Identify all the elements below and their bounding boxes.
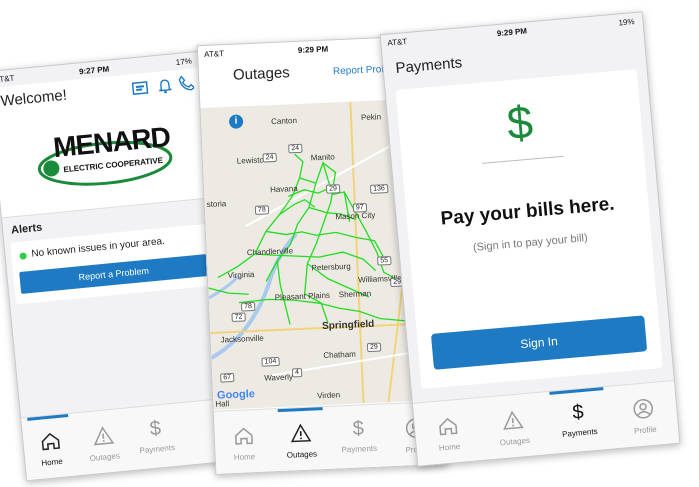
tab-label-outages: Outages <box>89 451 121 464</box>
route-shield: 104 <box>261 356 280 367</box>
tab-payments[interactable]: $ Payments <box>127 403 186 470</box>
map-label-havana: Havana <box>269 184 298 195</box>
route-shield: 24 <box>262 152 277 163</box>
home-icon <box>438 417 458 436</box>
route-shield: 72 <box>231 312 246 322</box>
map-label-pekin: Pekin <box>360 112 382 123</box>
dollar-icon: $ <box>504 95 535 150</box>
battery-level: 17% <box>175 56 193 68</box>
route-shield: 29 <box>325 184 341 194</box>
map-label-waverly: Waverly <box>264 372 294 383</box>
home-icon <box>234 427 253 445</box>
tab-home[interactable]: Home <box>21 413 80 480</box>
tab-bar: Home Outages $ Payments Profile <box>213 400 447 474</box>
warning-icon <box>291 423 312 443</box>
route-shield: 4 <box>291 367 303 378</box>
route-shield: 136 <box>369 184 389 194</box>
alerts-heading: Alerts <box>10 221 43 237</box>
tab-label-home: Home <box>40 456 64 468</box>
sign-in-button[interactable]: Sign In <box>430 315 648 370</box>
dollar-icon: $ <box>352 417 365 440</box>
service-line <box>265 230 357 239</box>
bell-icon[interactable] <box>157 78 173 99</box>
home-icon <box>41 432 60 451</box>
route-shield: 24 <box>288 143 303 154</box>
active-tab-indicator <box>549 387 603 395</box>
route-shield: 97 <box>352 203 367 213</box>
pay-headline: Pay your bills here. <box>439 193 616 230</box>
service-line <box>304 162 337 294</box>
route-shield: 78 <box>240 301 256 312</box>
map-label-astoria: storia <box>206 199 227 209</box>
tab-label-home: Home <box>438 441 461 453</box>
logo-panel: MENARD ELECTRIC COOPERATIVE <box>0 97 213 219</box>
river <box>208 275 239 300</box>
map-label-canton: Canton <box>270 115 298 127</box>
route-shield: 29 <box>366 342 382 353</box>
tab-label-profile: Profile <box>633 424 658 436</box>
dollar-icon: $ <box>571 401 585 424</box>
map-label-jacksonville: Jacksonville <box>220 333 264 345</box>
active-tab-indicator <box>27 413 69 421</box>
map-label-chatham: Chatham <box>323 349 357 361</box>
payment-card: $ Pay your bills here. (Sign in to pay y… <box>395 69 663 390</box>
map-label-sherman: Sherman <box>338 288 372 300</box>
battery-level: 19% <box>618 17 635 28</box>
map-label-virginia: Virginia <box>227 269 255 281</box>
phone-icon[interactable] <box>178 74 196 96</box>
tab-profile[interactable]: Profile <box>609 381 680 448</box>
warning-icon <box>503 410 524 430</box>
pay-subtext: (Sign in to pay your bill) <box>472 231 589 254</box>
tab-outages[interactable]: Outages <box>271 407 331 471</box>
tab-label-payments: Payments <box>139 442 176 456</box>
tab-label-outages: Outages <box>286 449 318 460</box>
service-line <box>356 236 384 257</box>
tab-outages[interactable]: Outages <box>74 408 133 475</box>
tab-bar: Home Outages $ Payments Profile <box>412 380 680 466</box>
active-tab-indicator <box>277 407 323 413</box>
map-label-petersburg: Petersburg <box>311 261 351 273</box>
dollar-icon: $ <box>148 417 162 441</box>
page-title: Welcome! <box>0 86 68 110</box>
status-dot-icon <box>19 252 27 260</box>
map-label-virden: Virden <box>316 390 341 401</box>
tab-home[interactable]: Home <box>413 398 484 465</box>
map-label-springfield: Springfield <box>321 318 375 333</box>
report-problem-button[interactable]: Report a Problem <box>19 254 209 294</box>
alert-message: No known issues in your area. <box>30 235 166 260</box>
tab-payments[interactable]: $ Payments <box>543 387 614 454</box>
phone-payments-screen: AT&T 9:29 PM 19% Payments $ Pay your bil… <box>379 11 681 467</box>
tab-outages[interactable]: Outages <box>478 392 549 459</box>
bill-icon[interactable] <box>131 81 149 100</box>
tab-label-outages: Outages <box>499 435 531 448</box>
route-shield: 78 <box>254 205 269 215</box>
tab-label-payments: Payments <box>561 426 598 439</box>
clock: 9:29 PM <box>496 26 528 39</box>
google-logo: Google <box>216 388 256 402</box>
tab-label-home: Home <box>233 452 256 463</box>
tab-home[interactable]: Home <box>214 409 274 473</box>
route-shield: 67 <box>220 372 235 383</box>
warning-icon <box>93 426 114 446</box>
alerts-section: Alerts No known issues in your area. Rep… <box>2 201 222 311</box>
divider <box>482 155 564 164</box>
alert-card: No known issues in your area. Report a P… <box>10 223 216 305</box>
page-title: Outages <box>232 64 291 84</box>
status-bar: AT&T 9:29 PM 19% <box>381 12 643 51</box>
map-label-manito: Manito <box>310 152 335 163</box>
page-title: Payments <box>394 54 463 78</box>
tab-payments[interactable]: $ Payments <box>329 404 389 468</box>
profile-icon <box>633 399 654 419</box>
tab-bar: Home Outages $ Payments <box>21 397 239 481</box>
route-shield: 55 <box>377 255 392 266</box>
tab-label-payments: Payments <box>341 443 378 455</box>
